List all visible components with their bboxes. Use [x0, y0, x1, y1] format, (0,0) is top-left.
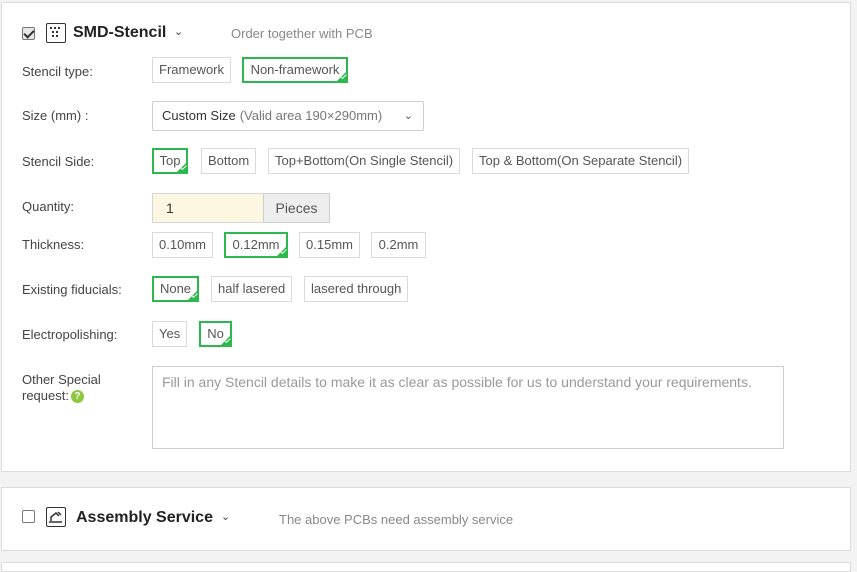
assembly-service-title[interactable]: Assembly Service [76, 509, 213, 527]
smd-stencil-title[interactable]: SMD-Stencil [73, 24, 166, 42]
thickness-option-0-2mm[interactable]: 0.2mm [371, 232, 426, 258]
chevron-down-icon[interactable]: ⌄ [174, 25, 183, 38]
quantity-unit: Pieces [263, 193, 330, 223]
stencil-side-label: Stencil Side: [22, 154, 95, 169]
thickness-option-0-12mm[interactable]: 0.12mm [224, 232, 288, 258]
stencil-type-option-framework[interactable]: Framework [152, 57, 231, 83]
stencil-type-option-non-framework[interactable]: Non-framework [242, 57, 348, 83]
stencil-type-label: Stencil type: [22, 64, 93, 79]
special-request-label-line2: request: [22, 388, 69, 403]
size-select-value: Custom Size [162, 108, 236, 123]
stencil-icon [46, 23, 66, 43]
assembly-service-checkbox[interactable] [22, 510, 35, 523]
chevron-down-icon[interactable]: ⌄ [221, 510, 230, 523]
assembly-icon [46, 507, 66, 527]
stencil-side-option-top-bottom-separate[interactable]: Top & Bottom(On Separate Stencil) [472, 148, 689, 174]
fiducials-option-lasered-through[interactable]: lasered through [304, 276, 408, 302]
quantity-label: Quantity: [22, 199, 75, 214]
fiducials-option-none[interactable]: None [152, 276, 199, 302]
size-select[interactable]: Custom Size (Valid area 190×290mm) ⌄ [152, 101, 424, 131]
thickness-label: Thickness: [22, 237, 85, 252]
electropolishing-label: Electropolishing: [22, 327, 118, 342]
electropolishing-option-yes[interactable]: Yes [152, 321, 187, 347]
smd-stencil-checkbox[interactable] [22, 27, 35, 40]
smd-stencil-subtitle: Order together with PCB [231, 26, 373, 41]
fiducials-option-half-lasered[interactable]: half lasered [211, 276, 292, 302]
special-request-label-line1: Other Special [22, 372, 101, 387]
stencil-side-option-bottom[interactable]: Bottom [201, 148, 256, 174]
help-icon[interactable]: ? [70, 390, 84, 404]
size-label: Size (mm) : [22, 108, 89, 123]
special-request-label: Other Special request:? [22, 372, 101, 404]
smd-stencil-panel: SMD-Stencil ⌄ Order together with PCB St… [1, 2, 851, 472]
chevron-down-icon: ⌄ [403, 110, 413, 122]
next-panel-edge [1, 562, 851, 572]
quantity-input[interactable]: 1 [152, 193, 264, 223]
fiducials-label: Existing fiducials: [22, 282, 122, 297]
assembly-service-panel: Assembly Service ⌄ The above PCBs need a… [1, 487, 851, 551]
special-request-textarea[interactable]: Fill in any Stencil details to make it a… [152, 366, 784, 449]
stencil-side-option-top[interactable]: Top [152, 148, 188, 174]
assembly-service-subtitle: The above PCBs need assembly service [279, 512, 514, 527]
electropolishing-option-no[interactable]: No [199, 321, 232, 347]
size-select-hint: (Valid area 190×290mm) [239, 108, 383, 123]
thickness-option-0-15mm[interactable]: 0.15mm [299, 232, 360, 258]
stencil-side-option-top-bottom-single[interactable]: Top+Bottom(On Single Stencil) [268, 148, 460, 174]
thickness-option-0-10mm[interactable]: 0.10mm [152, 232, 213, 258]
